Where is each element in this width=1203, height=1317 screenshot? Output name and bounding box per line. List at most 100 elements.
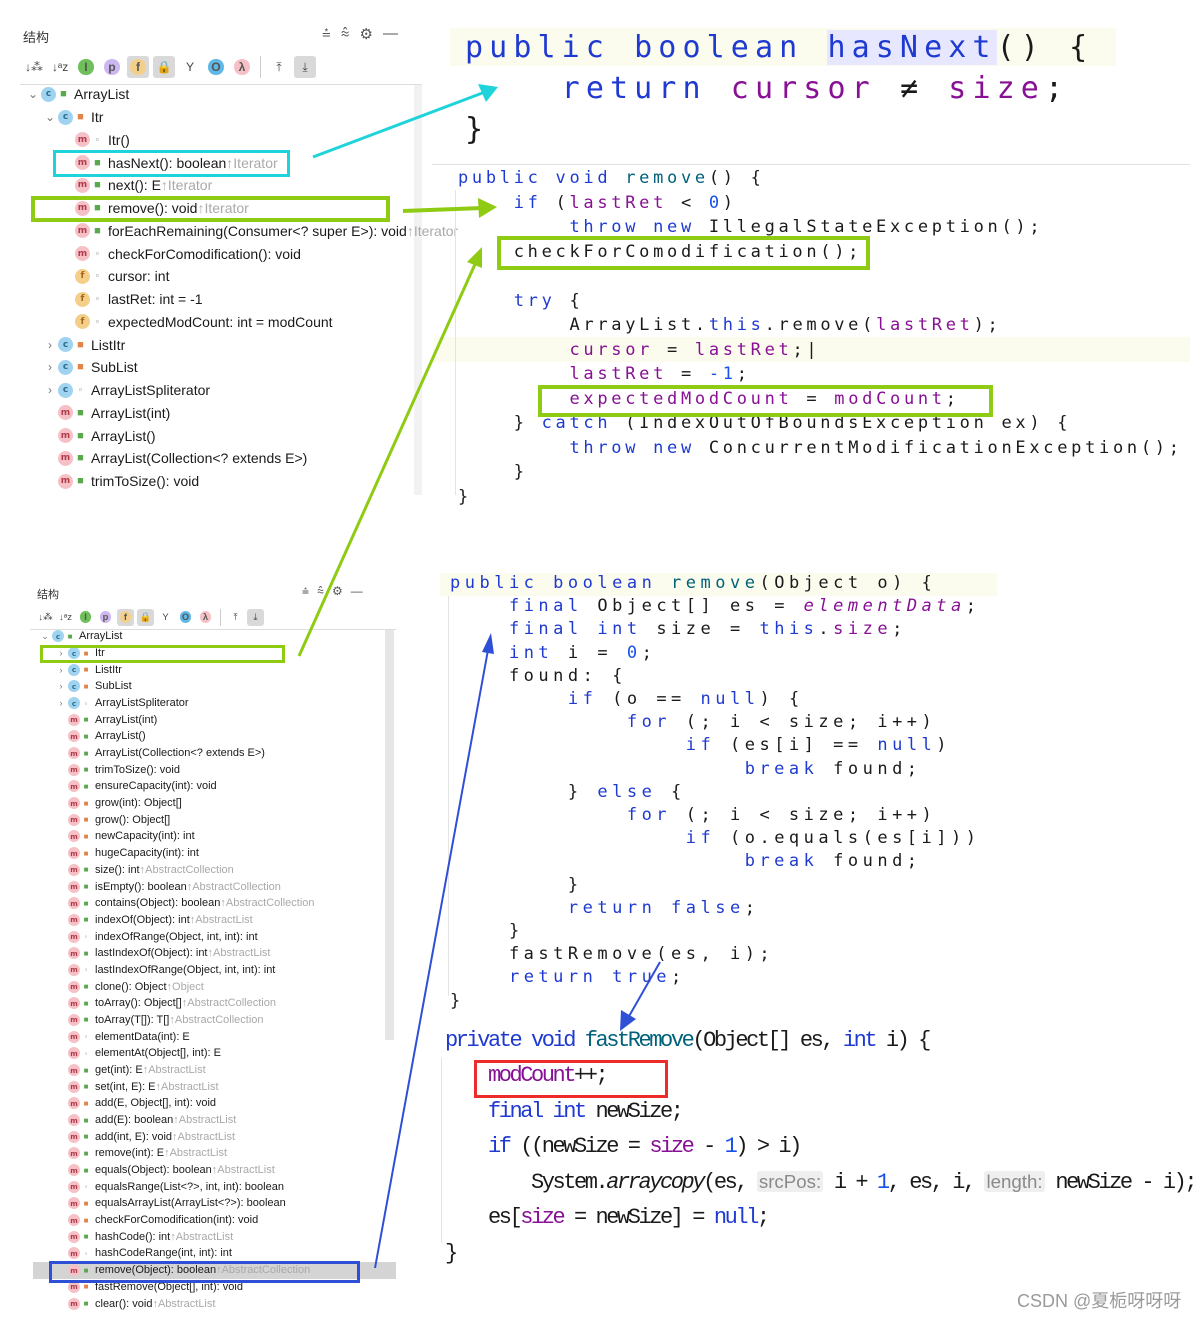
tree-item[interactable]: › c ■ ListItr: [54, 661, 122, 678]
tree-item[interactable]: m ■ toArray(T[]): T[] ↑AbstractCollection: [54, 1012, 264, 1029]
tree-item[interactable]: f ◦ lastRet: int = -1: [59, 288, 203, 311]
autoscroll-to-source-button[interactable]: ⤒: [268, 56, 290, 78]
tree-item[interactable]: m ■ ArrayList(Collection<? extends E>): [54, 745, 265, 762]
gear-icon[interactable]: ⚙: [360, 25, 373, 43]
tree-item[interactable]: m ■ add(int, E): void ↑AbstractList: [54, 1128, 235, 1145]
tree-item[interactable]: m ■ remove(int): E ↑AbstractList: [54, 1145, 227, 1162]
tree-item[interactable]: m ■ checkForComodification(int): void: [54, 1212, 258, 1229]
minimize-icon[interactable]: —: [351, 584, 363, 599]
sort-by-visibility-button[interactable]: ↓⁂: [23, 56, 45, 78]
tree-item[interactable]: m ■ grow(int): Object[]: [54, 795, 182, 812]
tree-item[interactable]: m ■ newCapacity(int): int: [54, 828, 195, 845]
tree-item[interactable]: ⌄ c ■ Itr: [42, 106, 103, 129]
tree-item[interactable]: m ■ hashCode(): int ↑AbstractList: [54, 1228, 233, 1245]
tree-item[interactable]: m ■ toArray(): Object[] ↑AbstractCollectio…: [54, 995, 276, 1012]
expand-all-icon[interactable]: ⩮: [322, 25, 331, 43]
scrollbar[interactable]: [385, 630, 394, 1040]
tree-item[interactable]: m ■ clear(): void ↑AbstractList: [54, 1295, 215, 1312]
tree-item[interactable]: ⌄ c ■ ArrayList: [25, 83, 129, 106]
show-non-public-button[interactable]: 🔒: [137, 608, 154, 626]
sort-alphabetically-button[interactable]: ↓ᵃz: [49, 56, 71, 78]
tree-item[interactable]: f ◦ cursor: int: [59, 265, 169, 288]
tree-item[interactable]: m ■ ArrayList(int): [54, 711, 157, 728]
tree-item[interactable]: m ■ ensureCapacity(int): void: [54, 778, 217, 795]
collapse-all-icon[interactable]: ⩯: [341, 25, 350, 43]
autoscroll-to-source-button[interactable]: ⤒: [227, 609, 244, 626]
tree-item[interactable]: m ◦ equalsRange(List<?>, int, int): boolea…: [54, 1178, 284, 1195]
tree-item[interactable]: m ■ grow(): Object[]: [54, 811, 170, 828]
tree-item[interactable]: m ■ clone(): Object ↑Object: [54, 978, 204, 995]
show-lambdas-button[interactable]: λ: [231, 56, 253, 78]
tree-item[interactable]: f ◦ expectedModCount: int = modCount: [59, 311, 333, 334]
tree-item[interactable]: m ■ next(): E ↑Iterator: [59, 174, 212, 197]
tree-item[interactable]: m ■ isEmpty(): boolean ↑AbstractCollection: [54, 878, 281, 895]
tree-item[interactable]: m ■ trimToSize(): void: [54, 761, 180, 778]
show-inherited-button[interactable]: I: [75, 56, 97, 78]
show-non-public-button[interactable]: 🔒: [153, 56, 175, 78]
code-token: if: [685, 828, 730, 849]
tree-item[interactable]: m ■ equalsArrayList(ArrayList<?>): boolean: [54, 1195, 286, 1212]
tree-item[interactable]: m ◦ indexOfRange(Object, int, int): int: [54, 928, 258, 945]
show-fields-button[interactable]: f: [117, 608, 134, 626]
tree-item[interactable]: m ■ ArrayList(): [54, 728, 146, 745]
tree-item[interactable]: m ■ contains(Object): boolean ↑AbstractCol…: [54, 895, 315, 912]
collapse-all-icon[interactable]: ⩯: [317, 584, 324, 599]
chevron-right-icon[interactable]: ›: [54, 698, 68, 708]
chevron-right-icon[interactable]: ›: [42, 383, 58, 397]
chevron-down-icon[interactable]: ⌄: [42, 110, 58, 124]
public-lock-open-icon: ■: [83, 1232, 89, 1242]
tree-item[interactable]: m ■ ArrayList(): [42, 424, 156, 447]
chevron-down-icon[interactable]: ⌄: [38, 631, 52, 642]
show-interfaces-button[interactable]: O: [177, 609, 194, 626]
tree-item[interactable]: m ■ get(int): E ↑AbstractList: [54, 1062, 206, 1079]
show-fields-button[interactable]: f: [127, 56, 149, 78]
tree-item[interactable]: m ◦ Itr(): [59, 129, 130, 152]
tree-item[interactable]: m ■ add(E): boolean ↑AbstractList: [54, 1112, 236, 1129]
tree-item[interactable]: m ■ ArrayList(Collection<? extends E>): [42, 447, 307, 470]
tree-item[interactable]: › c ■ SubList: [42, 356, 138, 379]
tree-item[interactable]: › c ■ ListItr: [42, 333, 125, 356]
tree-item[interactable]: m ■ hugeCapacity(int): int: [54, 845, 199, 862]
tree-item[interactable]: m ■ trimToSize(): void: [42, 470, 199, 493]
tree-item[interactable]: ⌄ c ■ ArrayList: [38, 628, 122, 645]
tree-item[interactable]: m ◦ hashCodeRange(int, int): int: [54, 1245, 232, 1262]
tree-item[interactable]: › c ■ SubList: [54, 678, 132, 695]
tree-item[interactable]: › c ◦ ArrayListSpliterator: [54, 695, 189, 712]
minimize-icon[interactable]: —: [383, 25, 398, 43]
sort-alphabetically-button[interactable]: ↓ᵃz: [57, 609, 74, 626]
show-inherited-button[interactable]: I: [77, 609, 94, 626]
method-icon: m: [68, 813, 80, 826]
show-anonymous-button[interactable]: Y: [179, 56, 201, 78]
show-interfaces-button[interactable]: O: [205, 56, 227, 78]
chevron-down-icon[interactable]: ⌄: [25, 87, 41, 101]
chevron-right-icon[interactable]: ›: [42, 360, 58, 374]
tree-item[interactable]: m ◦ elementData(int): E: [54, 1028, 190, 1045]
scrollbar[interactable]: [414, 85, 422, 495]
show-lambdas-button[interactable]: λ: [197, 609, 214, 626]
tree-item[interactable]: m ■ indexOf(Object): int ↑AbstractList: [54, 912, 253, 929]
expand-all-icon[interactable]: ⩮: [302, 584, 309, 599]
tree-item[interactable]: m ◦ elementAt(Object[], int): E: [54, 1045, 221, 1062]
tree-item[interactable]: › c ◦ ArrayListSpliterator: [42, 379, 210, 402]
tree-item[interactable]: m ◦ checkForComodification(): void: [59, 242, 301, 265]
package-private-icon: ◦: [84, 1248, 88, 1258]
sort-by-visibility-button[interactable]: ↓⁂: [37, 609, 54, 626]
chevron-right-icon[interactable]: ›: [54, 665, 68, 675]
gear-icon[interactable]: ⚙: [332, 584, 343, 599]
chevron-right-icon[interactable]: ›: [54, 681, 68, 691]
tree-item[interactable]: m ■ equals(Object): boolean ↑AbstractList: [54, 1162, 275, 1179]
tree-item[interactable]: m ■ lastIndexOf(Object): int ↑AbstractList: [54, 945, 270, 962]
show-properties-button[interactable]: p: [101, 56, 123, 78]
tree-item[interactable]: m ■ forEachRemaining(Consumer<? super E>):…: [59, 220, 458, 243]
highlight-box-modcount: [474, 1060, 668, 1098]
tree-item[interactable]: m ◦ lastIndexOfRange(Object, int, int): in…: [54, 962, 275, 979]
show-properties-button[interactable]: p: [97, 609, 114, 626]
tree-item[interactable]: m ■ set(int, E): E ↑AbstractList: [54, 1078, 219, 1095]
chevron-right-icon[interactable]: ›: [42, 338, 58, 352]
tree-item[interactable]: m ■ add(E, Object[], int): void: [54, 1095, 216, 1112]
show-anonymous-button[interactable]: Y: [157, 609, 174, 626]
autoscroll-from-source-button[interactable]: ⤓: [294, 56, 316, 78]
autoscroll-from-source-button[interactable]: ⤓: [247, 608, 264, 626]
tree-item[interactable]: m ■ ArrayList(int): [42, 402, 170, 425]
tree-item[interactable]: m ■ size(): int ↑AbstractCollection: [54, 862, 234, 879]
